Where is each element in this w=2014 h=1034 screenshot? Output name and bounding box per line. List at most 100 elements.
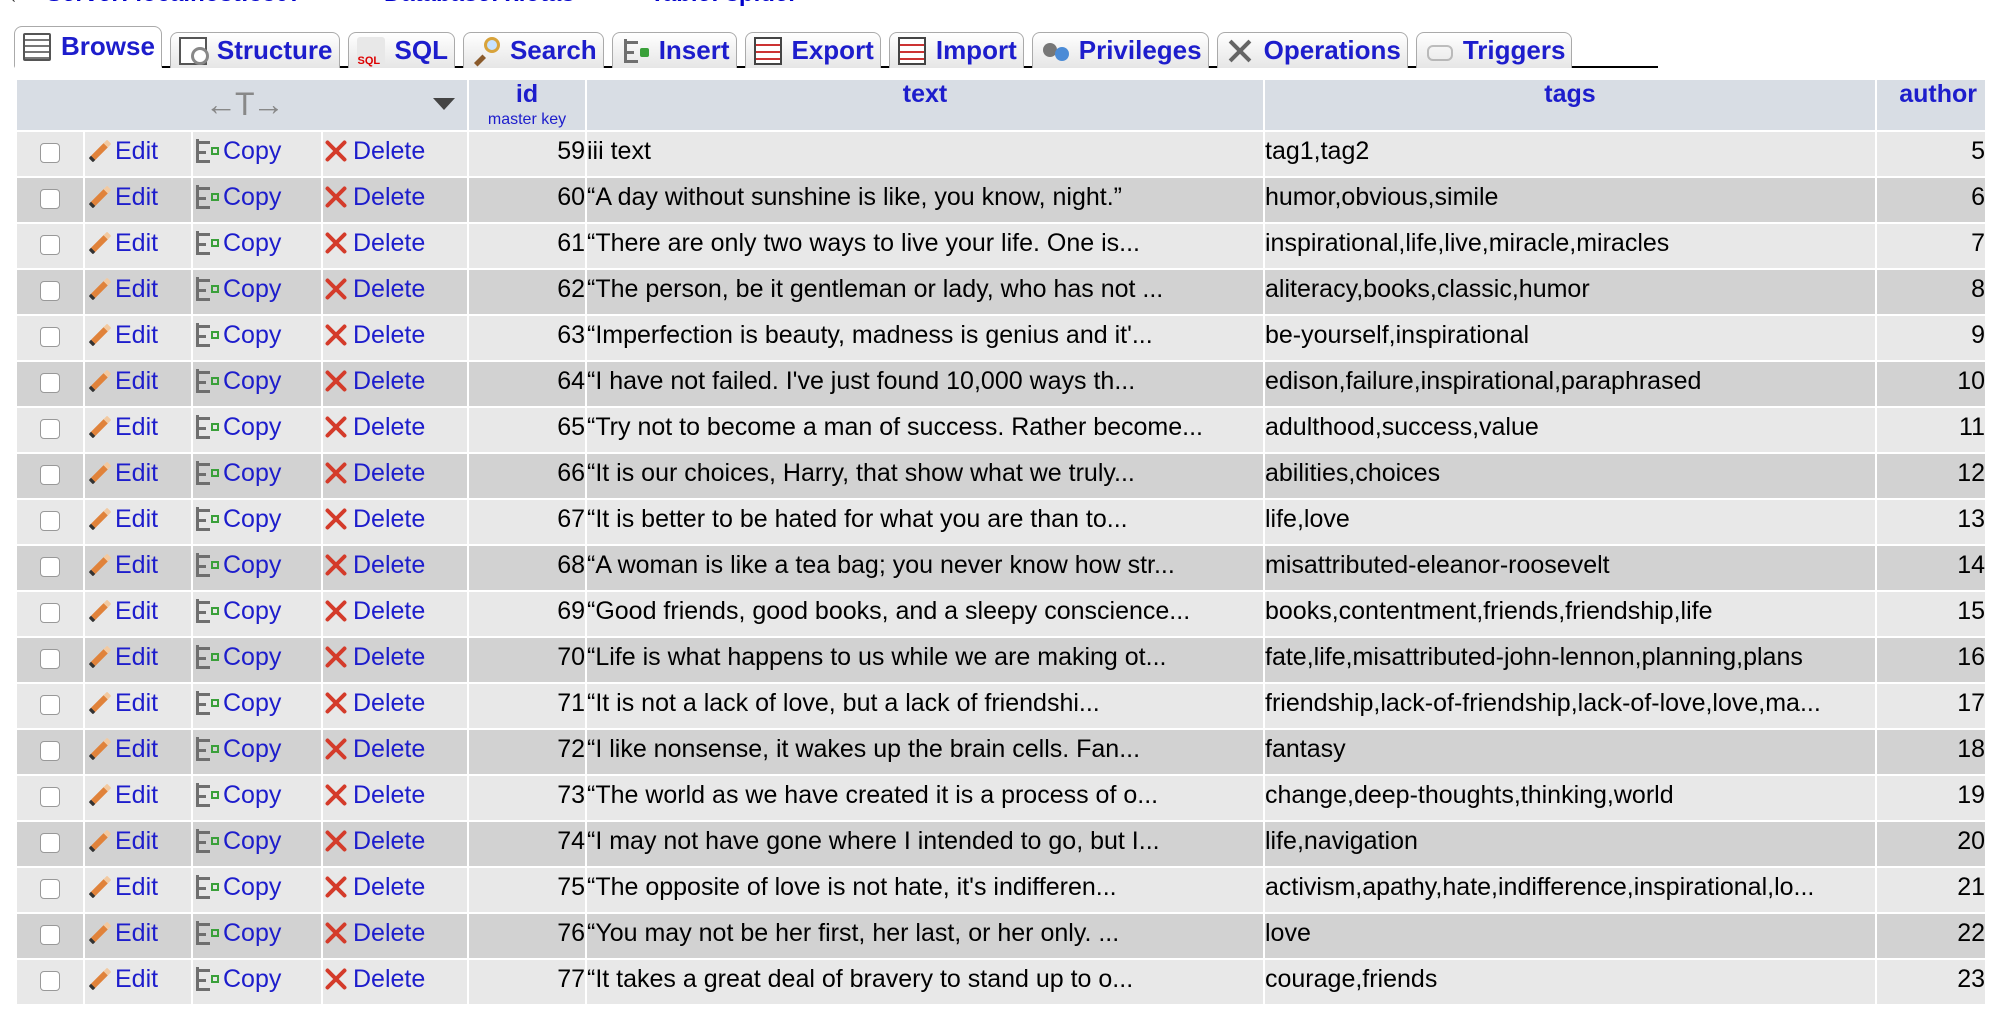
- edit-button[interactable]: Edit: [85, 546, 191, 590]
- copy-button[interactable]: Copy: [193, 454, 321, 498]
- column-header-tags[interactable]: tags: [1265, 80, 1875, 130]
- tab-insert[interactable]: Insert: [611, 32, 737, 68]
- delete-button[interactable]: Delete: [323, 822, 467, 866]
- edit-button[interactable]: Edit: [85, 914, 191, 958]
- delete-button[interactable]: Delete: [323, 776, 467, 820]
- tab-search[interactable]: Search: [462, 32, 604, 68]
- copy-button[interactable]: Copy: [193, 316, 321, 360]
- row-checkbox[interactable]: [40, 649, 60, 669]
- pencil-icon: [85, 643, 111, 669]
- sort-dropdown-icon[interactable]: [433, 98, 455, 110]
- copy-button[interactable]: Copy: [193, 684, 321, 728]
- copy-button[interactable]: Copy: [193, 776, 321, 820]
- delete-button[interactable]: Delete: [323, 638, 467, 682]
- column-header-text[interactable]: text: [587, 80, 1263, 130]
- copy-button[interactable]: Copy: [193, 638, 321, 682]
- column-header-id[interactable]: id master key: [469, 80, 585, 130]
- copy-button[interactable]: Copy: [193, 592, 321, 636]
- edit-button[interactable]: Edit: [85, 408, 191, 452]
- delete-button[interactable]: Delete: [323, 178, 467, 222]
- copy-icon: [193, 505, 219, 531]
- edit-button[interactable]: Edit: [85, 454, 191, 498]
- delete-button[interactable]: Delete: [323, 960, 467, 1004]
- tab-browse[interactable]: Browse: [14, 26, 162, 68]
- edit-button[interactable]: Edit: [85, 500, 191, 544]
- back-arrow-icon[interactable]: ←: [6, 0, 30, 10]
- tab-triggers[interactable]: Triggers: [1415, 32, 1573, 68]
- row-checkbox[interactable]: [40, 189, 60, 209]
- delete-button[interactable]: Delete: [323, 454, 467, 498]
- copy-button[interactable]: Copy: [193, 730, 321, 774]
- row-checkbox[interactable]: [40, 465, 60, 485]
- copy-button[interactable]: Copy: [193, 362, 321, 406]
- delete-button[interactable]: Delete: [323, 408, 467, 452]
- delete-button[interactable]: Delete: [323, 132, 467, 176]
- edit-button[interactable]: Edit: [85, 776, 191, 820]
- breadcrumb-server[interactable]: Server: localhost:3307: [46, 0, 302, 8]
- copy-button[interactable]: Copy: [193, 500, 321, 544]
- row-checkbox[interactable]: [40, 511, 60, 531]
- row-checkbox[interactable]: [40, 143, 60, 163]
- edit-button[interactable]: Edit: [85, 960, 191, 1004]
- row-checkbox[interactable]: [40, 327, 60, 347]
- edit-button[interactable]: Edit: [85, 730, 191, 774]
- delete-button[interactable]: Delete: [323, 914, 467, 958]
- row-checkbox[interactable]: [40, 971, 60, 991]
- row-checkbox[interactable]: [40, 281, 60, 301]
- copy-button[interactable]: Copy: [193, 178, 321, 222]
- edit-button[interactable]: Edit: [85, 224, 191, 268]
- copy-button[interactable]: Copy: [193, 822, 321, 866]
- copy-button[interactable]: Copy: [193, 868, 321, 912]
- tab-import[interactable]: Import: [888, 32, 1024, 68]
- copy-button[interactable]: Copy: [193, 546, 321, 590]
- edit-button[interactable]: Edit: [85, 316, 191, 360]
- breadcrumb-table[interactable]: Table: spider: [650, 0, 798, 8]
- row-checkbox[interactable]: [40, 557, 60, 577]
- row-checkbox[interactable]: [40, 833, 60, 853]
- row-checkbox[interactable]: [40, 925, 60, 945]
- edit-button[interactable]: Edit: [85, 822, 191, 866]
- delete-button[interactable]: Delete: [323, 224, 467, 268]
- edit-button[interactable]: Edit: [85, 638, 191, 682]
- tab-privileges[interactable]: Privileges: [1031, 32, 1209, 68]
- row-checkbox[interactable]: [40, 373, 60, 393]
- delete-button[interactable]: Delete: [323, 270, 467, 314]
- delete-button[interactable]: Delete: [323, 684, 467, 728]
- copy-button[interactable]: Copy: [193, 408, 321, 452]
- copy-button[interactable]: Copy: [193, 270, 321, 314]
- edit-button[interactable]: Edit: [85, 132, 191, 176]
- column-resize-icon[interactable]: ←T→: [205, 86, 285, 123]
- breadcrumb-database[interactable]: Database: xiotas: [384, 0, 575, 8]
- row-checkbox[interactable]: [40, 695, 60, 715]
- row-select-cell: [17, 868, 83, 912]
- edit-button[interactable]: Edit: [85, 178, 191, 222]
- copy-button[interactable]: Copy: [193, 914, 321, 958]
- tab-operations[interactable]: Operations: [1216, 32, 1408, 68]
- copy-button[interactable]: Copy: [193, 960, 321, 1004]
- row-checkbox[interactable]: [40, 787, 60, 807]
- delete-button[interactable]: Delete: [323, 868, 467, 912]
- delete-button[interactable]: Delete: [323, 500, 467, 544]
- delete-button[interactable]: Delete: [323, 546, 467, 590]
- row-checkbox[interactable]: [40, 235, 60, 255]
- edit-button[interactable]: Edit: [85, 592, 191, 636]
- row-checkbox[interactable]: [40, 419, 60, 439]
- copy-button[interactable]: Copy: [193, 132, 321, 176]
- delete-button[interactable]: Delete: [323, 730, 467, 774]
- edit-button[interactable]: Edit: [85, 270, 191, 314]
- edit-button[interactable]: Edit: [85, 684, 191, 728]
- delete-button[interactable]: Delete: [323, 316, 467, 360]
- row-checkbox[interactable]: [40, 879, 60, 899]
- copy-button[interactable]: Copy: [193, 224, 321, 268]
- tab-label: Export: [791, 35, 874, 65]
- delete-button[interactable]: Delete: [323, 362, 467, 406]
- tab-export[interactable]: Export: [744, 32, 881, 68]
- edit-button[interactable]: Edit: [85, 362, 191, 406]
- row-checkbox[interactable]: [40, 603, 60, 623]
- tab-structure[interactable]: Structure: [169, 32, 340, 68]
- tab-sql[interactable]: SQL: [347, 32, 455, 68]
- delete-button[interactable]: Delete: [323, 592, 467, 636]
- row-checkbox[interactable]: [40, 741, 60, 761]
- edit-button[interactable]: Edit: [85, 868, 191, 912]
- column-header-author[interactable]: author: [1877, 80, 1985, 130]
